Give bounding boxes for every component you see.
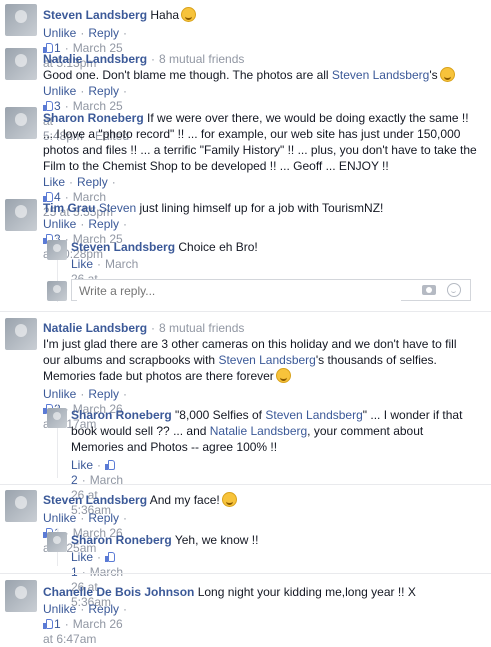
unlike-link[interactable]: Unlike — [43, 602, 76, 616]
divider — [0, 573, 491, 574]
avatar[interactable] — [5, 107, 37, 139]
unlike-link[interactable]: Unlike — [43, 217, 76, 231]
comment-text: "8,000 Selfies of — [175, 408, 266, 422]
comment-text: just lining himself up for a job with To… — [136, 201, 384, 215]
mention-link[interactable]: Steven Landsberg — [218, 353, 315, 367]
commenter-name[interactable]: Steven Landsberg — [43, 8, 147, 22]
comment-text-tail: , your comment about — [307, 424, 424, 438]
my-avatar — [47, 281, 67, 301]
commenter-name[interactable]: Sharon Roneberg — [71, 408, 172, 422]
unlike-link[interactable]: Unlike — [43, 84, 76, 98]
reply-box[interactable] — [71, 279, 471, 301]
comment-text: Yeh, we know !! — [174, 533, 259, 547]
comment-text: Good one. Don't blame me though. The pho… — [43, 68, 332, 82]
like-link[interactable]: Like — [43, 175, 65, 189]
unlike-link[interactable]: Unlike — [43, 26, 76, 40]
like-link[interactable]: Like — [71, 458, 93, 472]
mention-link[interactable]: Natalie Landsberg — [210, 424, 307, 438]
divider — [0, 311, 491, 312]
avatar[interactable] — [5, 199, 37, 231]
comment-text: If we were over there, we would be doing… — [147, 111, 469, 125]
mutual-friends[interactable]: 8 mutual friends — [159, 52, 244, 66]
commenter-name[interactable]: Sharon Roneberg — [43, 111, 144, 125]
comment-text: And my face! — [149, 493, 220, 507]
comment-text-line: ... I love a "photo record" !! ... for e… — [43, 127, 461, 141]
avatar[interactable] — [5, 580, 37, 612]
avatar[interactable] — [47, 408, 67, 428]
comment-text: Long night your kidding me,long year !! … — [197, 585, 416, 599]
commenter-name[interactable]: Natalie Landsberg — [43, 52, 147, 66]
comment-text-line: I'm just glad there are 3 other cameras … — [43, 337, 457, 351]
unlike-link[interactable]: Unlike — [43, 511, 76, 525]
reply-link[interactable]: Reply — [88, 511, 119, 525]
comment-text-line: our albums and scrapbooks with — [43, 353, 219, 367]
tongue-emoji-icon — [221, 492, 237, 507]
avatar[interactable] — [5, 490, 37, 522]
mention-link[interactable]: Steven Landsberg — [265, 408, 362, 422]
commenter-name[interactable]: Sharon Roneberg — [71, 533, 172, 547]
comment-text-tail: " ... I wonder if that — [362, 408, 463, 422]
reply-link[interactable]: Reply — [88, 387, 119, 401]
like-link[interactable]: Like — [71, 550, 93, 564]
commenter-name[interactable]: Steven Landsberg — [71, 240, 175, 254]
smile-emoji-icon — [275, 368, 291, 383]
like-thumb-icon — [43, 619, 53, 629]
comment-text: Haha — [150, 8, 180, 22]
like-count[interactable]: 1 — [54, 617, 61, 631]
avatar[interactable] — [5, 318, 37, 350]
avatar[interactable] — [47, 240, 67, 260]
mention-link[interactable]: Steven Landsberg — [332, 68, 429, 82]
comment-text-line: Memories and Photos -- agree 100% !! — [71, 440, 278, 454]
reply-link[interactable]: Reply — [77, 175, 108, 189]
mention-link[interactable]: Steven — [99, 201, 136, 215]
reply-link[interactable]: Reply — [88, 217, 119, 231]
reply-link[interactable]: Reply — [88, 26, 119, 40]
camera-icon[interactable] — [422, 285, 436, 295]
reply-input[interactable] — [77, 281, 401, 301]
commenter-name[interactable]: Chanelle De Bois Johnson — [43, 585, 194, 599]
avatar[interactable] — [5, 4, 37, 36]
emoji-picker-icon[interactable] — [447, 283, 461, 297]
unlike-link[interactable]: Unlike — [43, 387, 76, 401]
avatar[interactable] — [5, 48, 37, 80]
comment-text-tail: 's thousands of selfies. — [315, 353, 437, 367]
like-link[interactable]: Like — [71, 257, 93, 271]
tongue-emoji-icon — [181, 7, 197, 22]
commenter-name[interactable]: Tim Grau — [43, 201, 95, 215]
commenter-name[interactable]: Natalie Landsberg — [43, 321, 147, 335]
comment-text-tail: 's — [429, 68, 438, 82]
mutual-friends[interactable]: 8 mutual friends — [159, 321, 244, 335]
comment-text: Choice eh Bro! — [178, 240, 258, 254]
divider — [0, 484, 491, 485]
comment-text-line: book would sell ?? ... and — [71, 424, 210, 438]
avatar[interactable] — [47, 532, 67, 552]
like-thumb-icon — [105, 460, 116, 470]
commenter-name[interactable]: Steven Landsberg — [43, 493, 147, 507]
grin-emoji-icon — [439, 67, 455, 82]
comment-text-line: Memories fade but photos are there forev… — [43, 369, 274, 383]
comment-text-line: photos and files !! ... a terrific "Fami… — [43, 143, 477, 157]
comment-text-line: Film to the Chemist Shop to be developed… — [43, 159, 389, 173]
like-thumb-icon — [105, 552, 116, 562]
reply-link[interactable]: Reply — [88, 84, 119, 98]
reply-link[interactable]: Reply — [88, 602, 119, 616]
like-count[interactable]: 1 — [71, 565, 78, 579]
